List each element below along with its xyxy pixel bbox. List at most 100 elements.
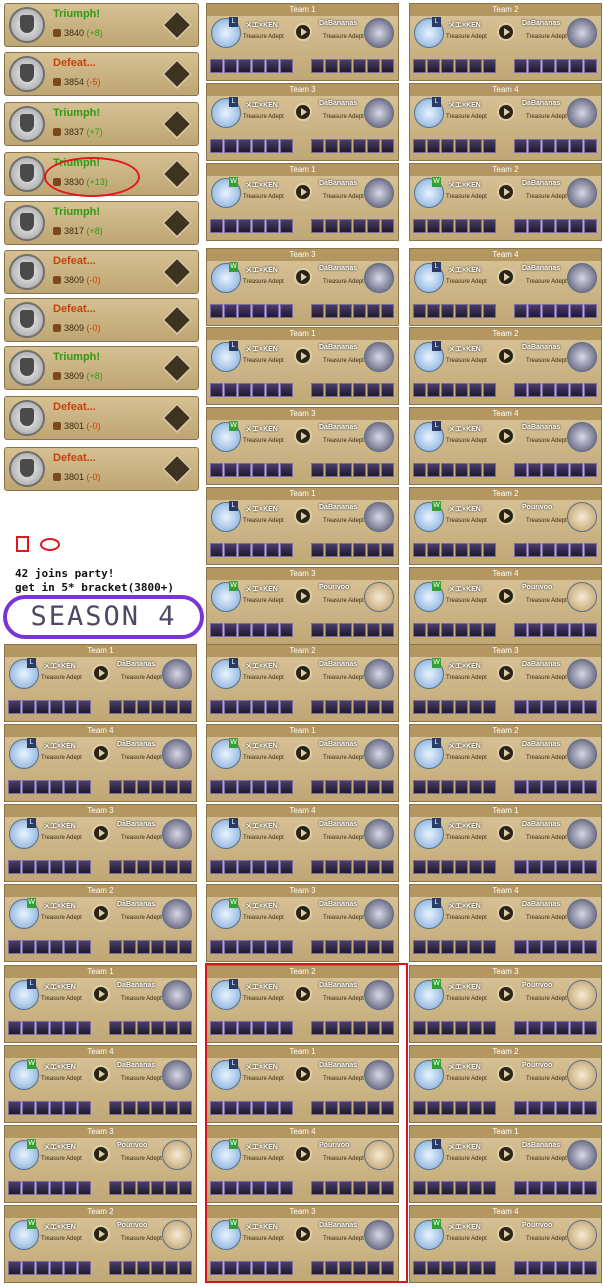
replay-icon[interactable] [497,904,515,922]
team-card[interactable]: Team 1 L メエ×KEN Treasure Adept DaBananas Trea… [206,487,399,565]
team-card[interactable]: Team 3 W メエ×KEN Treasure Adept Pourivoo Treas… [206,567,399,645]
replay-icon[interactable] [497,347,515,365]
team-card[interactable]: Team 4 L メエ×KEN Treasure Adept DaBananas Trea… [409,248,602,326]
team-card[interactable]: Team 1 L メエ×KEN Treasure Adept DaBananas Trea… [206,3,399,81]
team-card[interactable]: Team 2 L メエ×KEN Treasure Adept DaBananas Trea… [206,644,399,722]
replay-icon[interactable] [497,1145,515,1163]
replay-icon[interactable] [294,824,312,842]
team-card[interactable]: Team 2 W メエ×KEN Treasure Adept Pourivoo Treas… [409,1045,602,1123]
replay-icon[interactable] [294,183,312,201]
stats-button[interactable] [161,108,193,140]
team-card[interactable]: Team 2 W メエ×KEN Treasure Adept DaBananas Trea… [409,163,602,241]
team-card[interactable]: Team 2 L メエ×KEN Treasure Adept DaBananas Trea… [409,3,602,81]
battle-row[interactable]: Defeat... 3809 (-0) [4,298,199,342]
replay-icon[interactable] [294,744,312,762]
team-card[interactable]: Team 1 W メエ×KEN Treasure Adept DaBananas Trea… [206,163,399,241]
replay-icon[interactable] [294,103,312,121]
replay-icon[interactable] [497,183,515,201]
team-card[interactable]: Team 4 W メエ×KEN Treasure Adept DaBananas Trea… [4,1045,197,1123]
team-card[interactable]: Team 3 W メエ×KEN Treasure Adept Pourivoo Treas… [409,965,602,1043]
replay-icon[interactable] [294,904,312,922]
replay-icon[interactable] [294,427,312,445]
replay-icon[interactable] [294,664,312,682]
unit-icon [441,860,454,874]
battle-row[interactable]: Triumph! 3840 (+8) [4,3,199,47]
team-card[interactable]: Team 3 W メエ×KEN Treasure Adept DaBananas Trea… [206,248,399,326]
team-card[interactable]: Team 2 W メエ×KEN Treasure Adept DaBananas Trea… [4,884,197,962]
team-card[interactable]: Team 3 W メエ×KEN Treasure Adept DaBananas Trea… [206,407,399,485]
replay-icon[interactable] [92,664,110,682]
team-card[interactable]: Team 1 L メエ×KEN Treasure Adept DaBananas Trea… [4,644,197,722]
battle-row[interactable]: Defeat... 3801 (-0) [4,396,199,440]
replay-icon[interactable] [294,268,312,286]
battle-row[interactable]: Triumph! 3837 (+7) [4,102,199,146]
replay-icon[interactable] [497,507,515,525]
team-card[interactable]: Team 4 L メエ×KEN Treasure Adept DaBananas Trea… [409,83,602,161]
replay-icon[interactable] [497,1225,515,1243]
stats-button[interactable] [161,256,193,288]
replay-icon[interactable] [497,103,515,121]
battle-row[interactable]: Defeat... 3809 (-0) [4,250,199,294]
replay-icon[interactable] [497,744,515,762]
unit-icon [542,623,555,637]
team-card[interactable]: Team 4 L メエ×KEN Treasure Adept DaBananas Trea… [206,804,399,882]
unit-icon [570,623,583,637]
replay-icon[interactable] [92,1145,110,1163]
team-card[interactable]: Team 1 L メエ×KEN Treasure Adept DaBananas Trea… [206,327,399,405]
battle-row[interactable]: Triumph! 3817 (+8) [4,201,199,245]
stats-button[interactable] [161,453,193,485]
team-card[interactable]: Team 2 W メエ×KEN Treasure Adept Pourivoo Treas… [4,1205,197,1283]
battle-row[interactable]: Defeat... 3801 (-0) [4,447,199,491]
replay-icon[interactable] [497,587,515,605]
replay-icon[interactable] [92,985,110,1003]
stats-button[interactable] [161,352,193,384]
team-card[interactable]: Team 1 L メエ×KEN Treasure Adept DaBananas Trea… [4,965,197,1043]
replay-icon[interactable] [497,824,515,842]
unit-icon [210,780,223,794]
stats-button[interactable] [161,58,193,90]
team-card[interactable]: Team 2 L メエ×KEN Treasure Adept DaBananas Trea… [409,724,602,802]
score-line: 3801 (-0) [53,421,101,431]
shield-icon [9,106,45,142]
replay-icon[interactable] [294,587,312,605]
team-card[interactable]: Team 2 W メエ×KEN Treasure Adept Pourivoo Treas… [409,487,602,565]
stats-button[interactable] [161,207,193,239]
team-card[interactable]: Team 4 L メエ×KEN Treasure Adept DaBananas Trea… [409,407,602,485]
replay-icon[interactable] [92,904,110,922]
team-card[interactable]: Team 4 L メエ×KEN Treasure Adept DaBananas Trea… [4,724,197,802]
stats-button[interactable] [161,9,193,41]
team-card[interactable]: Team 3 L メエ×KEN Treasure Adept DaBananas Trea… [206,83,399,161]
team-card[interactable]: Team 1 L メエ×KEN Treasure Adept DaBananas Trea… [409,1125,602,1203]
team-card[interactable]: Team 2 L メエ×KEN Treasure Adept DaBananas Trea… [409,327,602,405]
replay-icon[interactable] [92,1225,110,1243]
replay-icon[interactable] [294,507,312,525]
replay-icon[interactable] [294,23,312,41]
stats-button[interactable] [161,158,193,190]
replay-icon[interactable] [497,427,515,445]
replay-icon[interactable] [497,985,515,1003]
replay-icon[interactable] [92,1065,110,1083]
team-card[interactable]: Team 3 L メエ×KEN Treasure Adept DaBananas Trea… [4,804,197,882]
replay-icon[interactable] [92,824,110,842]
stats-button[interactable] [161,402,193,434]
team-card[interactable]: Team 1 L メエ×KEN Treasure Adept DaBananas Trea… [409,804,602,882]
unit-icon [36,1181,49,1195]
battle-row[interactable]: Defeat... 3854 (-5) [4,52,199,96]
team-card[interactable]: Team 4 W メエ×KEN Treasure Adept Pourivoo Treas… [409,567,602,645]
replay-icon[interactable] [497,23,515,41]
replay-icon[interactable] [497,1065,515,1083]
replay-icon[interactable] [92,744,110,762]
team-card[interactable]: Team 1 W メエ×KEN Treasure Adept DaBananas Trea… [206,724,399,802]
replay-icon[interactable] [497,268,515,286]
unit-icon [50,1021,63,1035]
team-card[interactable]: Team 4 W メエ×KEN Treasure Adept Pourivoo Treas… [409,1205,602,1283]
team-card[interactable]: Team 3 W メエ×KEN Treasure Adept DaBananas Trea… [409,644,602,722]
replay-icon[interactable] [497,664,515,682]
battle-row[interactable]: Triumph! 3809 (+8) [4,346,199,390]
team-card[interactable]: Team 4 L メエ×KEN Treasure Adept DaBananas Trea… [409,884,602,962]
team-card[interactable]: Team 3 W メエ×KEN Treasure Adept Pourivoo Treas… [4,1125,197,1203]
stats-button[interactable] [161,304,193,336]
unit-icon [123,1101,136,1115]
replay-icon[interactable] [294,347,312,365]
team-card[interactable]: Team 3 W メエ×KEN Treasure Adept DaBananas Trea… [206,884,399,962]
